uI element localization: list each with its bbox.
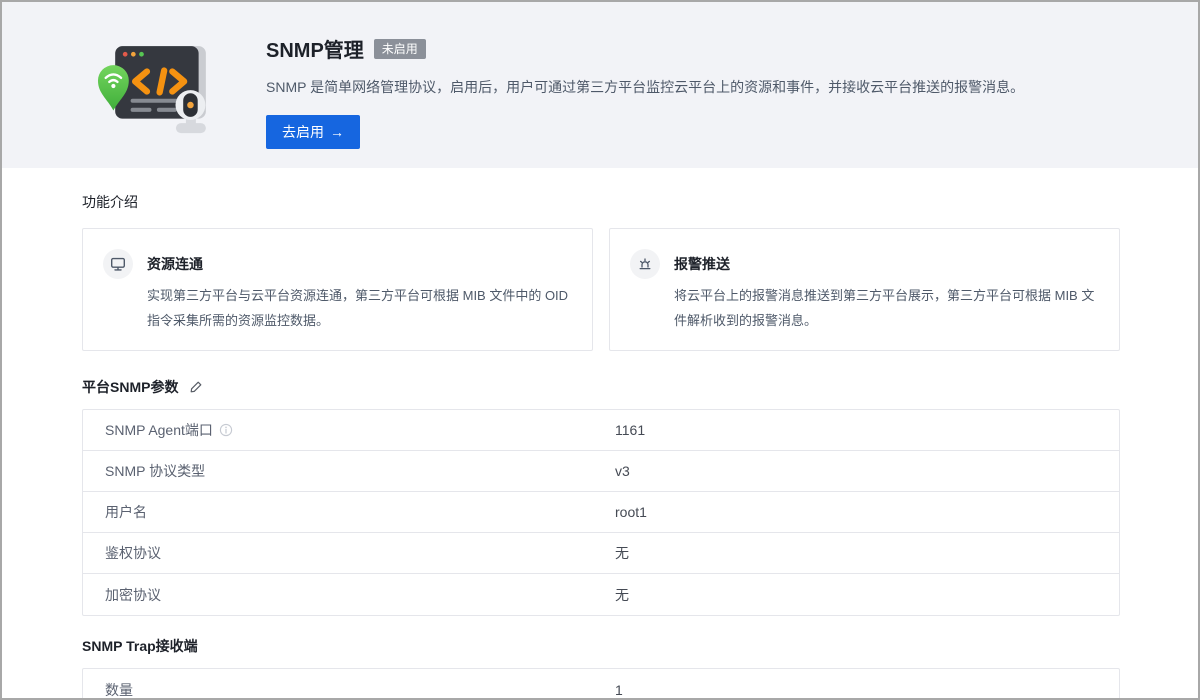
monitor-icon	[103, 249, 133, 279]
feature-card-title: 资源连通	[147, 248, 572, 274]
text-line-2	[131, 108, 152, 112]
window-dot-red	[123, 52, 128, 57]
status-badge: 未启用	[374, 39, 426, 59]
snmp-illustration	[88, 26, 224, 146]
page-title: SNMP管理	[266, 34, 364, 63]
row-value: 无	[615, 585, 629, 605]
window-dot-orange	[131, 52, 136, 57]
page-content: 功能介绍 资源连通 实现第三方平台与云平台资源连通，第三方平台可根据 MIB 文…	[2, 192, 1198, 700]
section-trap-receiver-title: SNMP Trap接收端	[82, 636, 1120, 656]
window-dot-green	[139, 52, 144, 57]
row-label-text: 加密协议	[105, 585, 161, 605]
table-row: 鉴权协议 无	[83, 533, 1119, 574]
table-row: 用户名 root1	[83, 492, 1119, 533]
row-value: 无	[615, 543, 629, 563]
snmp-illustration-graphic	[88, 26, 224, 146]
row-label-text: 用户名	[105, 502, 147, 522]
wifi-dot	[111, 84, 115, 88]
feature-card-alarm: 报警推送 将云平台上的报警消息推送到第三方平台展示，第三方平台可根据 MIB 文…	[609, 228, 1120, 351]
alarm-icon	[630, 249, 660, 279]
row-label-text: 鉴权协议	[105, 543, 161, 563]
title-row: SNMP管理 未启用	[266, 34, 1024, 63]
row-value: 1	[615, 682, 623, 698]
section-features-title: 功能介绍	[82, 192, 1120, 212]
row-value: v3	[615, 463, 630, 479]
snmp-management-page: SNMP管理 未启用 SNMP 是简单网络管理协议，启用后，用户可通过第三方平台…	[0, 0, 1200, 700]
feature-card-title: 报警推送	[674, 248, 1099, 274]
pencil-icon	[189, 380, 203, 394]
feature-card-body: 资源连通 实现第三方平台与云平台资源连通，第三方平台可根据 MIB 文件中的 O…	[147, 248, 572, 333]
row-label: 数量	[83, 680, 615, 700]
table-row: SNMP Agent端口 1161	[83, 410, 1119, 451]
table-row: 数量 1	[83, 669, 1119, 700]
arrow-right-icon: →	[330, 125, 344, 139]
table-row: SNMP 协议类型 v3	[83, 451, 1119, 492]
row-label: SNMP 协议类型	[83, 461, 615, 481]
section-platform-params: 平台SNMP参数	[82, 377, 1120, 397]
row-label-text: SNMP 协议类型	[105, 461, 205, 481]
row-label: 鉴权协议	[83, 543, 615, 563]
text-line-3	[157, 108, 177, 112]
feature-cards: 资源连通 实现第三方平台与云平台资源连通，第三方平台可根据 MIB 文件中的 O…	[82, 228, 1120, 351]
trap-receiver-table: 数量 1	[82, 668, 1120, 700]
row-label: 加密协议	[83, 585, 615, 605]
info-icon[interactable]	[219, 423, 233, 437]
row-label: SNMP Agent端口	[83, 420, 615, 440]
feature-card-body: 报警推送 将云平台上的报警消息推送到第三方平台展示，第三方平台可根据 MIB 文…	[674, 248, 1099, 333]
row-label-text: SNMP Agent端口	[105, 420, 213, 440]
row-label-text: 数量	[105, 680, 133, 700]
enable-button[interactable]: 去启用 →	[266, 115, 360, 149]
feature-card-resource: 资源连通 实现第三方平台与云平台资源连通，第三方平台可根据 MIB 文件中的 O…	[82, 228, 593, 351]
webcam-base	[176, 123, 206, 133]
table-row: 加密协议 无	[83, 574, 1119, 615]
row-value: 1161	[615, 422, 645, 438]
feature-card-description: 将云平台上的报警消息推送到第三方平台展示，第三方平台可根据 MIB 文件解析收到…	[674, 283, 1099, 333]
row-value: root1	[615, 504, 647, 520]
text-line-1	[131, 99, 182, 103]
edit-params-button[interactable]	[187, 378, 205, 396]
platform-params-table: SNMP Agent端口 1161 SNMP 协议类型 v3	[82, 409, 1120, 616]
enable-button-label: 去启用	[282, 122, 324, 142]
platform-params-title: 平台SNMP参数	[82, 377, 178, 397]
row-label: 用户名	[83, 502, 615, 522]
banner-text: SNMP管理 未启用 SNMP 是简单网络管理协议，启用后，用户可通过第三方平台…	[266, 2, 1024, 149]
webcam-lens	[187, 102, 194, 109]
banner-description: SNMP 是简单网络管理协议，启用后，用户可通过第三方平台监控云平台上的资源和事…	[266, 77, 1024, 97]
feature-card-description: 实现第三方平台与云平台资源连通，第三方平台可根据 MIB 文件中的 OID 指令…	[147, 283, 572, 333]
page-banner: SNMP管理 未启用 SNMP 是简单网络管理协议，启用后，用户可通过第三方平台…	[2, 2, 1198, 168]
